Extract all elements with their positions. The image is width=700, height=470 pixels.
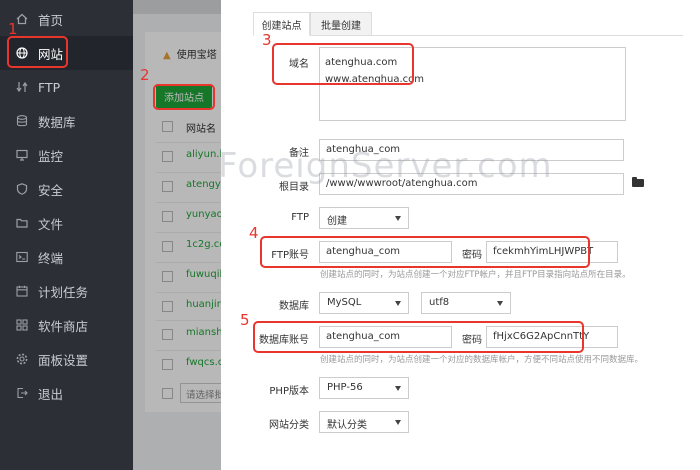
database-icon: [16, 115, 28, 127]
annotation-number-4: 4: [249, 224, 259, 242]
sidebar-item-label: 首页: [38, 12, 64, 28]
sidebar-item-label: FTP: [38, 79, 61, 95]
database-type-select[interactable]: MySQL: [319, 292, 409, 314]
category-label: 网站分类: [269, 420, 309, 431]
sidebar: 首页 网站 FTP 数据库 监控 安全 文件 终端 计划任务 软件商店 面板设置…: [0, 0, 133, 470]
annotation-box-2: [153, 84, 215, 110]
ftp-help-text: 创建站点的同时，为站点创建一个对应FTP帐户，并且FTP目录指向站点所在目录。: [320, 270, 631, 280]
sidebar-item-cron[interactable]: 计划任务: [0, 274, 133, 308]
monitor-icon: [16, 149, 28, 161]
sidebar-item-database[interactable]: 数据库: [0, 104, 133, 138]
folder-icon: [16, 217, 28, 229]
chevron-down-icon: [395, 216, 401, 221]
calendar-icon: [16, 285, 28, 297]
annotation-number-2: 2: [140, 66, 150, 84]
ftp-label: FTP: [291, 212, 309, 223]
ftp-select[interactable]: 创建: [319, 207, 409, 229]
home-icon: [16, 13, 28, 25]
annotation-box-1: [7, 36, 68, 68]
sidebar-item-label: 计划任务: [38, 284, 89, 300]
sidebar-item-monitor[interactable]: 监控: [0, 138, 133, 172]
sidebar-item-label: 文件: [38, 216, 64, 232]
sidebar-item-settings[interactable]: 面板设置: [0, 342, 133, 376]
chevron-down-icon: [395, 420, 401, 425]
sidebar-item-home[interactable]: 首页: [0, 2, 133, 36]
annotation-number-1: 1: [8, 20, 18, 38]
watermark: ForeignServer.com: [218, 146, 553, 186]
chevron-down-icon: [497, 301, 503, 306]
db-help-text: 创建站点的同时，为站点创建一个对应的数据库帐户，方便不同站点使用不同数据库。: [320, 355, 644, 365]
sidebar-item-label: 面板设置: [38, 352, 89, 368]
sidebar-item-label: 退出: [38, 386, 64, 402]
annotation-box-5: [253, 321, 584, 353]
tab-batch-create[interactable]: 批量创建: [310, 12, 372, 36]
sidebar-item-label: 数据库: [38, 114, 76, 130]
annotation-number-5: 5: [240, 311, 250, 329]
chevron-down-icon: [395, 386, 401, 391]
folder-open-icon[interactable]: [632, 177, 644, 187]
sidebar-item-label: 安全: [38, 182, 64, 198]
sidebar-item-security[interactable]: 安全: [0, 172, 133, 206]
sidebar-item-label: 软件商店: [38, 318, 89, 334]
sidebar-item-terminal[interactable]: 终端: [0, 240, 133, 274]
gear-icon: [16, 353, 28, 365]
sidebar-item-ftp[interactable]: FTP: [0, 70, 133, 104]
sidebar-item-files[interactable]: 文件: [0, 206, 133, 240]
annotation-box-3: [272, 43, 414, 85]
terminal-icon: [16, 251, 28, 263]
ftp-icon: [16, 81, 28, 93]
database-label: 数据库: [279, 301, 309, 312]
sidebar-item-label: 终端: [38, 250, 64, 266]
sidebar-item-label: 监控: [38, 148, 64, 164]
sidebar-item-app-store[interactable]: 软件商店: [0, 308, 133, 342]
annotation-number-3: 3: [262, 31, 272, 49]
shield-icon: [16, 183, 28, 195]
logout-icon: [16, 387, 28, 399]
category-select[interactable]: 默认分类: [319, 411, 409, 433]
php-version-label: PHP版本: [269, 386, 309, 397]
charset-select[interactable]: utf8: [421, 292, 511, 314]
php-version-select[interactable]: PHP-56: [319, 377, 409, 399]
annotation-box-4: [260, 236, 590, 268]
app-store-icon: [16, 319, 28, 331]
sidebar-item-logout[interactable]: 退出: [0, 376, 133, 410]
chevron-down-icon: [395, 301, 401, 306]
